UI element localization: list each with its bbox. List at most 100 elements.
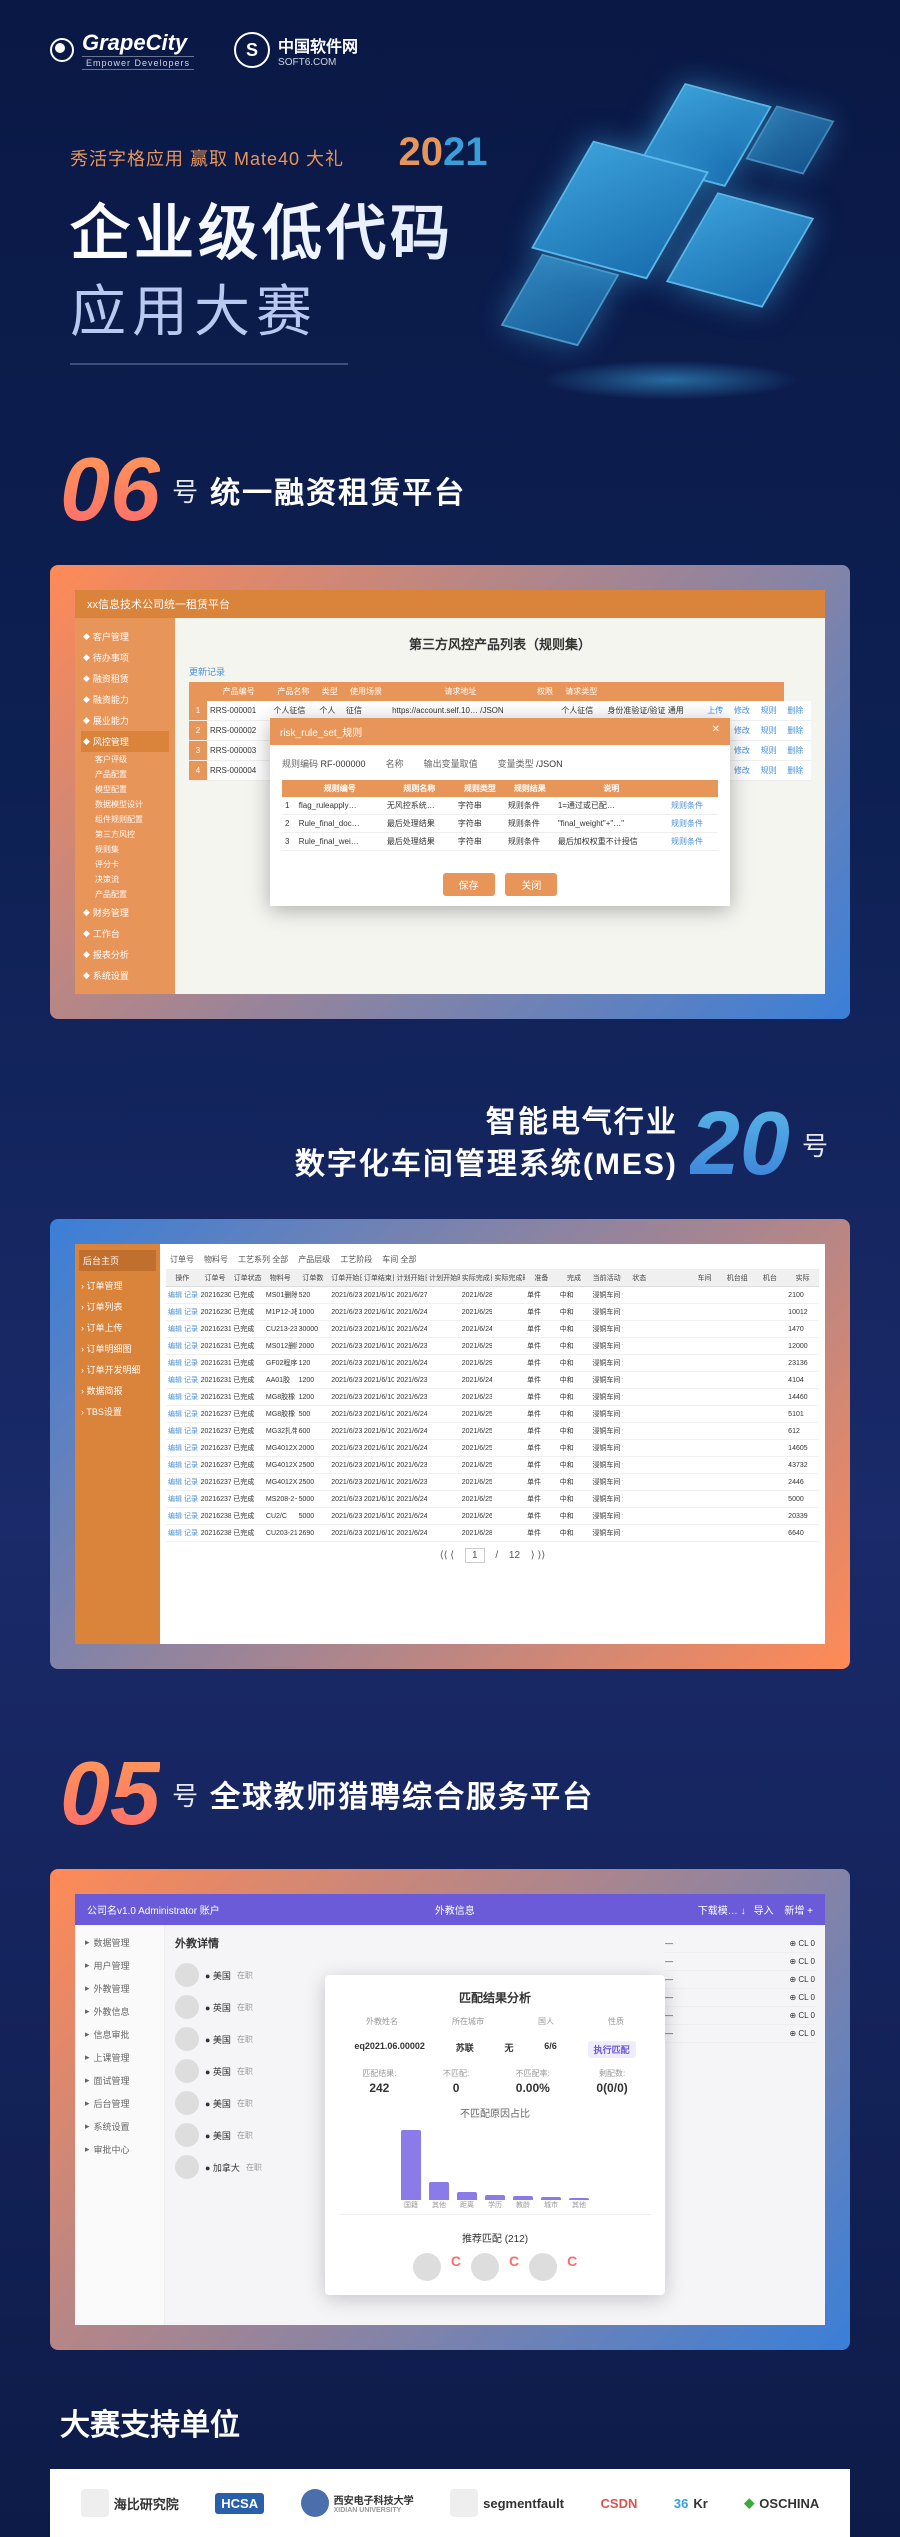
list-item[interactable]: —⊕ CL 0 — [665, 1953, 815, 1971]
list-item[interactable]: —⊕ CL 0 — [665, 2007, 815, 2025]
filter-field[interactable]: 订单号 — [170, 1254, 194, 1265]
sidebar-item[interactable]: › 订单明细图 — [79, 1338, 156, 1359]
table-row[interactable]: 编辑 记录20216238已完成CU2/C50002021/6/23 0:00:… — [166, 1508, 819, 1525]
update-record-link[interactable]: 更新记录 — [189, 665, 811, 678]
sidebar-child[interactable]: 模型配置 — [81, 782, 169, 797]
sponsor-logo: ◆OSCHINA — [744, 2495, 819, 2511]
recommended-teacher[interactable] — [413, 2253, 441, 2281]
sidebar-item[interactable]: ▸系统设置 — [81, 2115, 158, 2138]
list-item[interactable]: —⊕ CL 0 — [665, 2025, 815, 2043]
filter-field[interactable]: 工艺系列 全部 — [238, 1254, 288, 1265]
avatar — [175, 2059, 199, 2083]
sidebar-item[interactable]: ◆融资租赁 — [81, 668, 169, 689]
sidebar-item[interactable]: ▸面试管理 — [81, 2069, 158, 2092]
recommended-teacher[interactable]: C — [451, 2253, 461, 2281]
teacher-row[interactable]: ● 美国在职 — [175, 1959, 325, 1991]
modal-title: risk_rule_set_规则 — [280, 724, 362, 739]
sidebar-child[interactable]: 规则集 — [81, 842, 169, 857]
screenshot-06: xx信息技术公司统一租赁平台 ◆客户管理◆待办事项◆融资租赁◆融资能力◆展业能力… — [50, 565, 850, 1019]
sidebar-item[interactable]: ▸数据管理 — [81, 1931, 158, 1954]
table-row[interactable]: 编辑 记录20216238已完成CU203-219-2带26902021/6/2… — [166, 1525, 819, 1542]
teacher-row[interactable]: ● 美国在职 — [175, 2119, 325, 2151]
sidebar-child[interactable]: 决策流 — [81, 872, 169, 887]
sidebar-child[interactable]: 客户评级 — [81, 752, 169, 767]
table-row[interactable]: 编辑 记录20216231已完成AA01胶12002021/6/23 0:00:… — [166, 1372, 819, 1389]
table-row[interactable]: 编辑 记录20216230已完成M1P12-J模板10002021/6/23 0… — [166, 1304, 819, 1321]
filter-field[interactable]: 工艺阶段 — [340, 1254, 372, 1265]
close-button[interactable]: 关闭 — [505, 873, 557, 896]
list-item[interactable]: —⊕ CL 0 — [665, 1989, 815, 2007]
sidebar-item[interactable]: ◆财务管理 — [81, 902, 169, 923]
sidebar-item[interactable]: ◆融资能力 — [81, 689, 169, 710]
pagination[interactable]: ⟨⟨ ⟨ 1 / 12 ⟩ ⟩⟩ — [166, 1542, 819, 1569]
recommended-teacher[interactable]: C — [509, 2253, 519, 2281]
list-item[interactable]: —⊕ CL 0 — [665, 1935, 815, 1953]
table-row[interactable]: 编辑 记录20216237已完成MG32扎带6002021/6/23 0:00:… — [166, 1423, 819, 1440]
table-row[interactable]: 编辑 记录20216230已完成MS01删除5202021/6/23 0:00:… — [166, 1287, 819, 1304]
sidebar-item[interactable]: ▸外教信息 — [81, 2000, 158, 2023]
teacher-row[interactable]: ● 英国在职 — [175, 1991, 325, 2023]
sidebar-child[interactable]: 产品配置 — [81, 767, 169, 782]
sidebar-item[interactable]: ▸上课管理 — [81, 2046, 158, 2069]
table-row[interactable]: 编辑 记录20216237已完成MG4012X橡20002021/6/23 0:… — [166, 1440, 819, 1457]
table-row[interactable]: 编辑 记录20216231已完成GF02程序1202021/6/23 0:00:… — [166, 1355, 819, 1372]
sidebar-item[interactable]: ◆客户管理 — [81, 626, 169, 647]
chart-bar — [429, 2182, 449, 2200]
teacher-row[interactable]: ● 美国在职 — [175, 2023, 325, 2055]
sidebar-item[interactable]: › TBS设置 — [79, 1401, 156, 1422]
hao-label: 号 — [172, 472, 198, 509]
sidebar-item[interactable]: › 订单管理 — [79, 1275, 156, 1296]
filter-field[interactable]: 车间 全部 — [382, 1254, 416, 1265]
sidebar-child[interactable]: 组件规则配置 — [81, 812, 169, 827]
table-row[interactable]: 编辑 记录20216237已完成MG8胶橡5002021/6/23 0:00:0… — [166, 1406, 819, 1423]
stat: 匹配结果:242 — [362, 2068, 396, 2095]
save-button[interactable]: 保存 — [443, 873, 495, 896]
sidebar-child[interactable]: 数据模型设计 — [81, 797, 169, 812]
sidebar: 后台主页 › 订单管理› 订单列表› 订单上传› 订单明细图› 订单开发明细› … — [75, 1244, 160, 1644]
sidebar-item[interactable]: ◆系统设置 — [81, 965, 169, 986]
soft6-icon: S — [234, 32, 270, 68]
stat: 国人 — [538, 2016, 554, 2029]
modal-title: 匹配结果分析 — [339, 1989, 651, 2006]
filter-field[interactable]: 物料号 — [204, 1254, 228, 1265]
close-icon[interactable]: ✕ — [712, 724, 720, 739]
list-item[interactable]: —⊕ CL 0 — [665, 1971, 815, 1989]
topbar-action[interactable]: 新增 + — [782, 1906, 813, 1917]
sidebar-item[interactable]: › 订单开发明细 — [79, 1359, 156, 1380]
recommended-teacher[interactable]: C — [567, 2253, 577, 2281]
list-title: 第三方风控产品列表（规则集） — [189, 634, 811, 653]
sidebar-child[interactable]: 产品配置 — [81, 887, 169, 902]
table-row[interactable]: 编辑 记录20216237已完成MG4012X橡25002021/6/23 0:… — [166, 1457, 819, 1474]
sidebar-item[interactable]: ◆待办事项 — [81, 647, 169, 668]
filter-field[interactable]: 产品层级 — [298, 1254, 330, 1265]
teacher-row[interactable]: ● 英国在职 — [175, 2055, 325, 2087]
sidebar-item[interactable]: ▸用户管理 — [81, 1954, 158, 1977]
sidebar-item[interactable]: › 订单列表 — [79, 1296, 156, 1317]
table-row[interactable]: 编辑 记录20216237已完成MG4012X橡25002021/6/23 0:… — [166, 1474, 819, 1491]
sidebar-item[interactable]: ▸后台管理 — [81, 2092, 158, 2115]
recommended-teacher[interactable] — [471, 2253, 499, 2281]
sidebar-item[interactable]: › 订单上传 — [79, 1317, 156, 1338]
sidebar-child[interactable]: 第三方风控 — [81, 827, 169, 842]
sidebar-item[interactable]: › 数据简报 — [79, 1380, 156, 1401]
table-row[interactable]: 编辑 记录20216231已完成CU213-239T300002021/6/23… — [166, 1321, 819, 1338]
sidebar-item[interactable]: ◆报表分析 — [81, 944, 169, 965]
table-row[interactable]: 编辑 记录20216231已完成MG8胶橡12002021/6/23 0:00:… — [166, 1389, 819, 1406]
table-row[interactable]: 编辑 记录20216231已完成MS012删除20002021/6/23 0:0… — [166, 1338, 819, 1355]
sidebar-item[interactable]: ◆风控管理 — [81, 731, 169, 752]
sidebar-item[interactable]: ▸外教管理 — [81, 1977, 158, 2000]
recommended-teacher[interactable] — [529, 2253, 557, 2281]
sidebar-child[interactable]: 评分卡 — [81, 857, 169, 872]
table-row[interactable]: 编辑 记录20216237已完成MS208-2卡维带50002021/6/23 … — [166, 1491, 819, 1508]
sidebar-item[interactable]: ◆展业能力 — [81, 710, 169, 731]
sidebar-item[interactable]: ▸信息审批 — [81, 2023, 158, 2046]
topbar-action[interactable]: 下载模… ↓ — [698, 1906, 746, 1917]
app-topbar: 公司名v1.0 Administrator 账户 外教信息 下载模… ↓导入 新… — [75, 1894, 825, 1925]
teacher-row[interactable]: ● 美国在职 — [175, 2087, 325, 2119]
sidebar-item[interactable]: ◆工作台 — [81, 923, 169, 944]
topbar-action[interactable]: 导入 — [754, 1906, 774, 1917]
chart-bar — [457, 2192, 477, 2200]
hero-year: 2021 — [399, 130, 488, 175]
teacher-row[interactable]: ● 加拿大在职 — [175, 2151, 325, 2183]
sidebar-item[interactable]: ▸审批中心 — [81, 2138, 158, 2161]
